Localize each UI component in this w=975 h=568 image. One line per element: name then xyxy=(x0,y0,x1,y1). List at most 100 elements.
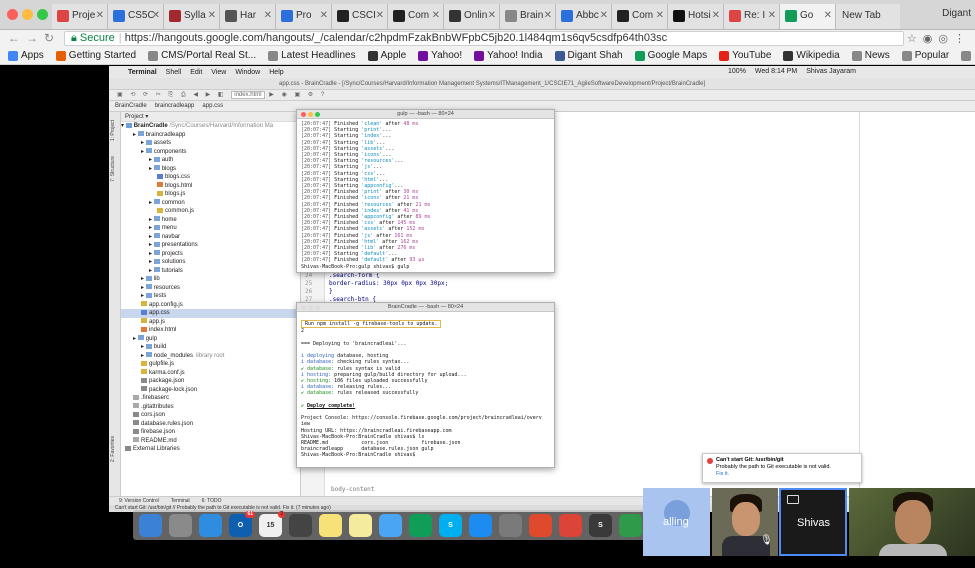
tree-item[interactable]: ▸ auth xyxy=(121,156,300,165)
tree-item[interactable]: ▸ braincradleapp xyxy=(121,131,300,140)
ide-toolbar[interactable]: ▣ ⟲ ⟳ ✂ ⎘ ⎙ ◀ ▶ ◧ index.html ▶ ◉ ▣ ⚙ ? xyxy=(109,90,975,101)
tree-item[interactable]: index.html xyxy=(121,326,300,335)
extension-icons[interactable]: ☆◉◎⋮ xyxy=(907,32,971,45)
tree-item[interactable]: ▸ navbar xyxy=(121,233,300,242)
zoom-window-button[interactable] xyxy=(37,9,48,20)
messages-icon[interactable] xyxy=(379,513,402,537)
tree-item[interactable]: ▸ tests xyxy=(121,292,300,301)
bookmark-item[interactable]: Google Maps xyxy=(634,50,707,61)
breadcrumb-item[interactable]: BrainCradle xyxy=(115,101,147,111)
browser-tab[interactable]: Onlin ✕ xyxy=(444,4,500,29)
browser-tab[interactable]: Com ✕ xyxy=(612,4,668,29)
skype-icon[interactable]: S xyxy=(439,513,462,537)
sublime-icon[interactable]: S xyxy=(589,513,612,537)
mac-menu-item[interactable]: Window xyxy=(235,69,260,76)
tree-item[interactable]: External Libraries xyxy=(121,445,300,454)
calendar-icon[interactable]: 15 3 xyxy=(259,510,285,537)
video-tile-shivas[interactable]: Shivas xyxy=(779,488,847,556)
browser-tab[interactable]: Brain ✕ xyxy=(500,4,556,29)
finder-icon[interactable] xyxy=(139,513,162,537)
tree-item[interactable]: blogs.css xyxy=(121,173,300,182)
browser-tab[interactable]: Hotsi ✕ xyxy=(668,4,724,29)
browser-tab[interactable]: Proje ✕ xyxy=(52,4,108,29)
bookmark-item[interactable]: Apps xyxy=(8,50,44,61)
bookmark-item[interactable]: YouTube xyxy=(719,50,771,61)
breadcrumb-item[interactable]: braincradleapp xyxy=(155,101,195,111)
tree-item[interactable]: ▸ blogs xyxy=(121,165,300,174)
tree-item[interactable]: ▸ resources xyxy=(121,284,300,293)
tab-close-icon[interactable]: ✕ xyxy=(768,10,776,21)
tree-item[interactable]: common.js xyxy=(121,207,300,216)
mac-menu-item[interactable]: Edit xyxy=(190,69,202,76)
new-tab[interactable]: New Tab xyxy=(836,4,900,29)
tree-item[interactable]: ▸ home xyxy=(121,216,300,225)
bookmark-item[interactable]: News xyxy=(851,50,890,61)
bookmark-item[interactable]: Wikipedia xyxy=(783,50,840,61)
terminal-braincradle[interactable]: BrainCradle — -bash — 80×24 Run npm inst… xyxy=(296,302,555,468)
tree-item[interactable]: blogs.js xyxy=(121,190,300,199)
side-tab-structure[interactable]: 7: Structure xyxy=(110,156,116,182)
bookmark-item[interactable]: Popular xyxy=(901,50,949,61)
bookmark-item[interactable]: Apple xyxy=(367,50,406,61)
mac-menu-item[interactable]: View xyxy=(211,69,226,76)
fix-it-link[interactable]: Fix it. xyxy=(716,471,729,477)
bookmark-item[interactable]: Digant Shah xyxy=(554,50,623,61)
browser-tab[interactable]: Har ✕ xyxy=(220,4,276,29)
vim-icon[interactable] xyxy=(619,513,642,537)
browser-tab[interactable]: Re: I ✕ xyxy=(724,4,780,29)
ide-bottom-tab[interactable]: 9: Version Control xyxy=(119,498,159,504)
browser-tab[interactable]: Sylla ✕ xyxy=(164,4,220,29)
tab-close-icon[interactable]: ✕ xyxy=(432,10,440,21)
browser-tab[interactable]: CS5C ✕ xyxy=(108,4,164,29)
tree-item[interactable]: .gitattributes xyxy=(121,403,300,412)
browser-tab[interactable]: Go ✕ xyxy=(780,4,836,29)
tab-close-icon[interactable]: ✕ xyxy=(152,10,160,21)
system-preferences-icon[interactable] xyxy=(499,513,522,537)
hangouts-icon[interactable] xyxy=(409,513,432,537)
tree-item[interactable]: karma.conf.js xyxy=(121,369,300,378)
outlook-icon[interactable]: O 61 xyxy=(229,510,255,537)
tab-close-icon[interactable]: ✕ xyxy=(208,10,216,21)
profile-name[interactable]: Digant xyxy=(942,8,971,19)
stickies-icon[interactable] xyxy=(349,513,372,537)
tree-item[interactable]: ▸ assets xyxy=(121,139,300,148)
address-bar[interactable]: 🔒︎ Secure | https://hangouts.google.com/h… xyxy=(64,31,904,46)
notes-icon[interactable] xyxy=(319,513,342,537)
tree-item[interactable]: ▸ gulp xyxy=(121,335,300,344)
tab-close-icon[interactable]: ✕ xyxy=(712,10,720,21)
project-panel-header[interactable]: Project ▾ xyxy=(121,112,300,122)
browser-tab[interactable]: CSCI ✕ xyxy=(332,4,388,29)
tree-item[interactable]: ▸ solutions xyxy=(121,258,300,267)
tab-close-icon[interactable]: ✕ xyxy=(544,10,552,21)
tree-item[interactable]: blogs.html xyxy=(121,182,300,191)
tree-item[interactable]: README.md xyxy=(121,437,300,446)
tree-item[interactable]: app.js xyxy=(121,318,300,327)
mac-menu-item[interactable]: Terminal xyxy=(128,69,157,76)
side-tab-project[interactable]: 1: Project xyxy=(110,120,116,141)
video-tile-participant[interactable]: 🎙︎ xyxy=(712,488,778,556)
reload-icon[interactable]: ↻ xyxy=(44,31,54,45)
tree-item[interactable]: database.rules.json xyxy=(121,420,300,429)
bookmark-item[interactable]: Getting Started xyxy=(55,50,136,61)
tree-item[interactable]: package.json xyxy=(121,377,300,386)
close-window-button[interactable] xyxy=(7,9,18,20)
safari-icon[interactable] xyxy=(199,513,222,537)
tree-item[interactable]: ▸ build xyxy=(121,343,300,352)
tree-item[interactable]: ▸ common xyxy=(121,199,300,208)
run-config[interactable]: index.html xyxy=(231,91,265,99)
tree-item[interactable]: ▸ projects xyxy=(121,250,300,259)
tree-item[interactable]: app.config.js xyxy=(121,301,300,310)
tab-close-icon[interactable]: ✕ xyxy=(264,10,272,21)
tree-item[interactable]: app.css xyxy=(121,309,300,318)
mac-menu-item[interactable]: Help xyxy=(269,69,283,76)
git-error-notification[interactable]: Can't start Git: /usr/bin/git Probably t… xyxy=(702,453,862,483)
bookmark-item[interactable]: CMS/Portal Real St... xyxy=(148,50,256,61)
bookmark-item[interactable]: Latest Headlines xyxy=(268,50,356,61)
tab-close-icon[interactable]: ✕ xyxy=(488,10,496,21)
back-icon[interactable]: ← xyxy=(8,31,20,45)
bookmark-item[interactable]: Yahoo! xyxy=(418,50,462,61)
tree-item[interactable]: package-lock.json xyxy=(121,386,300,395)
tab-close-icon[interactable]: ✕ xyxy=(96,10,104,21)
tree-item[interactable]: ▸ tutorials xyxy=(121,267,300,276)
video-tile-calling[interactable]: alling xyxy=(643,488,710,556)
